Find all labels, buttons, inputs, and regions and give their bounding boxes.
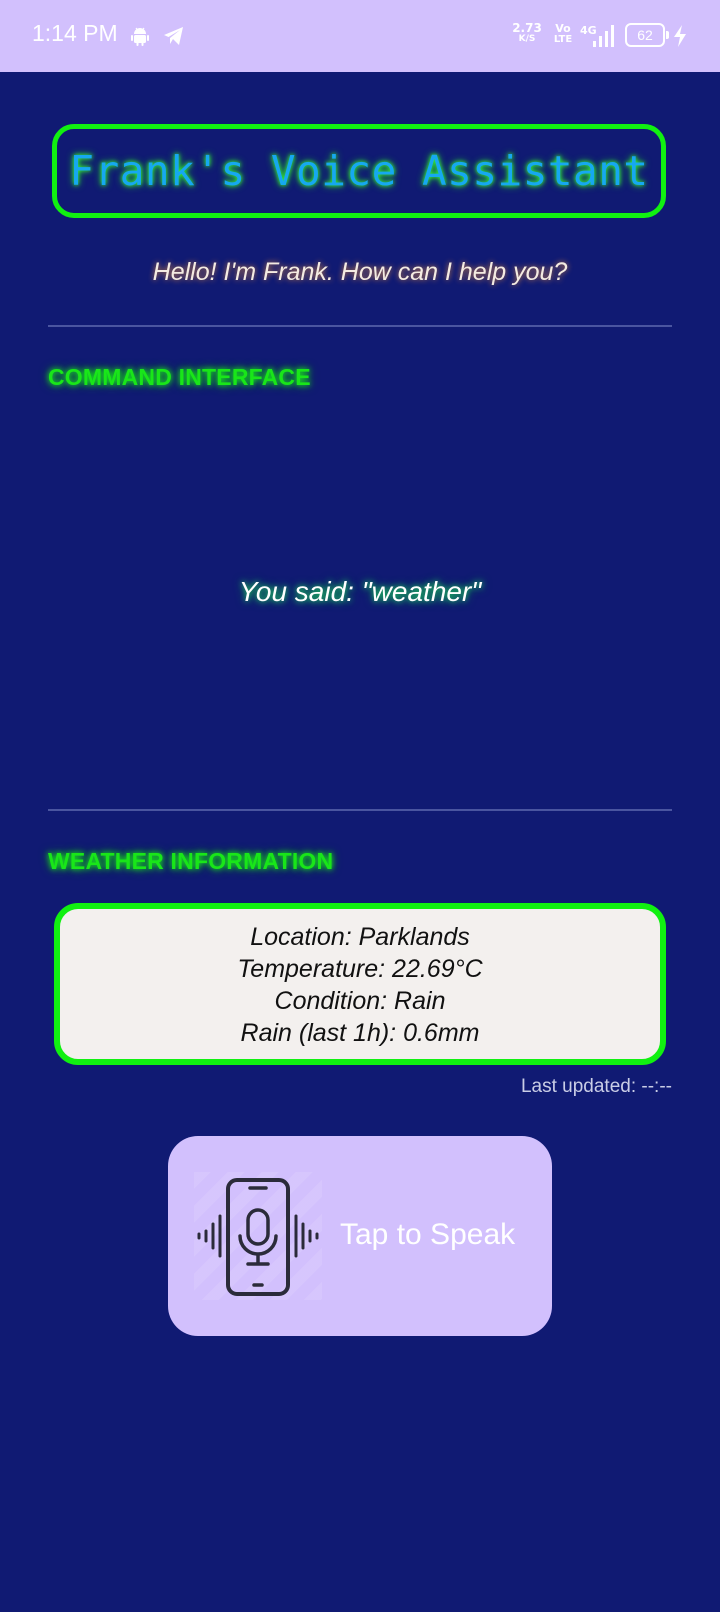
- divider: [48, 325, 672, 327]
- tap-to-speak-button[interactable]: Tap to Speak: [168, 1136, 552, 1336]
- weather-rain: Rain (last 1h): 0.6mm: [240, 1019, 480, 1047]
- app-title-box: Frank's Voice Assistant: [52, 124, 666, 218]
- weather-location: Location: Parklands: [250, 923, 470, 951]
- volte-indicator: Vo LTE: [553, 22, 573, 45]
- status-bar: 1:14 PM 2.73 K/S Vo LTE 4G 62: [0, 0, 720, 72]
- command-interface-heading: COMMAND INTERFACE: [48, 364, 311, 390]
- battery-indicator: 62: [625, 23, 665, 47]
- weather-temperature: Temperature: 22.69°C: [237, 955, 483, 983]
- speech-transcript: You said: "weather": [238, 576, 482, 607]
- last-updated-text: Last updated: --:--: [520, 1076, 672, 1097]
- weather-information-heading: WEATHER INFORMATION: [48, 848, 334, 874]
- status-time: 1:14 PM: [32, 20, 118, 46]
- weather-condition: Condition: Rain: [274, 987, 446, 1015]
- battery-tip: [666, 31, 669, 39]
- network-speed: 2.73 K/S: [512, 21, 542, 44]
- phone-microphone-icon: [194, 1172, 322, 1300]
- signal-bars-icon: [593, 25, 614, 47]
- greeting-text: Hello! I'm Frank. How can I help you?: [152, 258, 568, 286]
- divider: [48, 809, 672, 811]
- weather-card: Location: Parklands Temperature: 22.69°C…: [54, 903, 666, 1065]
- phone-microphone-icon: [197, 1178, 319, 1296]
- android-icon: [131, 27, 149, 46]
- app-screen: 1:14 PM 2.73 K/S Vo LTE 4G 62 Frank's Vo…: [0, 0, 720, 1612]
- telegram-icon: [164, 27, 183, 45]
- app-title: Frank's Voice Assistant: [69, 147, 649, 195]
- charging-bolt-icon: [674, 25, 686, 47]
- tap-to-speak-label: Tap to Speak: [340, 1218, 516, 1251]
